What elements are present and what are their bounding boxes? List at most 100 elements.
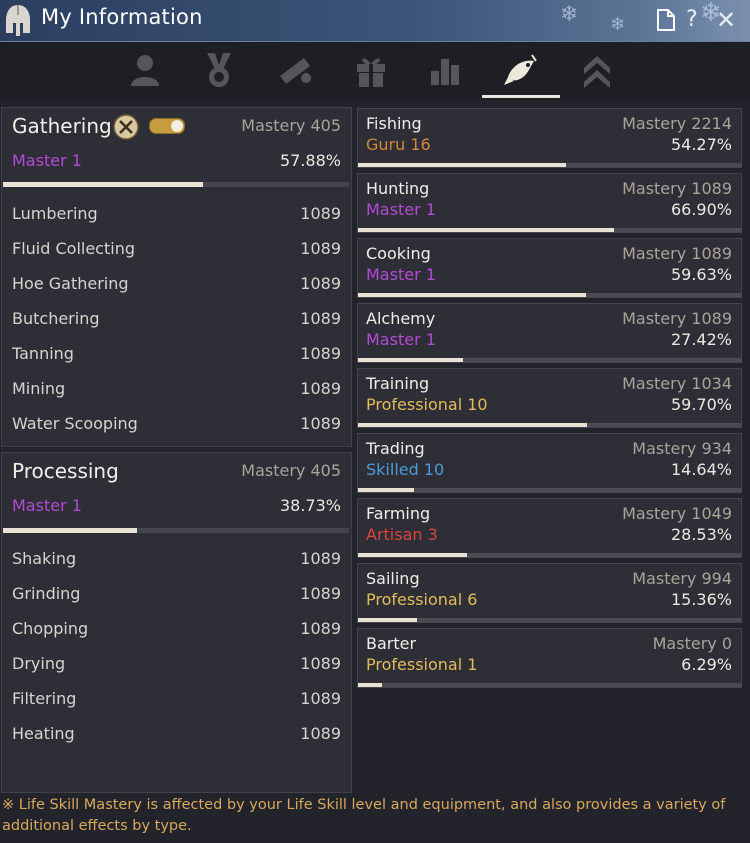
skill-value: 1089: [300, 414, 341, 433]
window-title: My Information: [41, 5, 203, 29]
gift-icon: [357, 58, 385, 87]
skill-progress-fill: [358, 293, 587, 297]
skill-value: 1089: [300, 619, 341, 638]
skill-name: Fishing: [366, 114, 422, 133]
close-icon[interactable]: ✕: [716, 6, 736, 34]
character-icon: [131, 55, 159, 86]
skill-mastery: Mastery 1034: [622, 374, 732, 393]
skill-percent: 15.36%: [670, 590, 732, 609]
skill-progress-track: [358, 163, 741, 167]
list-item: Drying 1089: [12, 654, 341, 678]
pickaxe-hammer-icon: [113, 114, 139, 140]
skill-card-alchemy[interactable]: Alchemy Mastery 1089 Master 1 27.42%: [357, 303, 742, 363]
skill-value: 1089: [300, 689, 341, 708]
skill-mastery: Mastery 1049: [622, 504, 732, 523]
processing-title: Processing: [12, 459, 119, 483]
tab-rank[interactable]: [572, 50, 622, 90]
list-item: Heating 1089: [12, 724, 341, 748]
skill-name: Filtering: [12, 689, 77, 708]
gathering-title: Gathering: [12, 114, 112, 138]
skill-mastery: Mastery 1089: [622, 309, 732, 328]
processing-panel: Processing Mastery 405 Master 1 38.73% S…: [1, 452, 352, 793]
processing-progress-track: [3, 528, 349, 533]
skill-percent: 66.90%: [670, 200, 732, 219]
document-icon[interactable]: [656, 8, 676, 32]
list-item: Tanning 1089: [12, 344, 341, 368]
snowflake-decoration: ❄: [610, 14, 626, 35]
skill-progress-track: [358, 358, 741, 362]
list-item: Fluid Collecting 1089: [12, 239, 341, 263]
skill-mastery: Mastery 2214: [622, 114, 732, 133]
skill-rank: Professional 10: [366, 395, 488, 414]
skill-name: Hoe Gathering: [12, 274, 129, 293]
tab-gift[interactable]: [346, 50, 396, 90]
skill-percent: 27.42%: [670, 330, 732, 349]
skill-mastery: Mastery 1089: [622, 244, 732, 263]
skill-progress-track: [358, 228, 741, 232]
tab-bar: [0, 42, 750, 100]
skill-name: Shaking: [12, 549, 77, 568]
skill-rank: Guru 16: [366, 135, 431, 154]
skill-progress-fill: [358, 618, 417, 622]
list-item: Grinding 1089: [12, 584, 341, 608]
life-skill-fish-icon: [504, 54, 537, 85]
gathering-percent: 57.88%: [279, 151, 341, 170]
skill-percent: 54.27%: [670, 135, 732, 154]
skill-value: 1089: [300, 309, 341, 328]
snowflake-decoration: ❄: [560, 2, 579, 27]
list-item: Filtering 1089: [12, 689, 341, 713]
gathering-rank: Master 1: [12, 151, 82, 170]
help-icon[interactable]: ?: [686, 6, 698, 34]
mastery-footnote: ※ Life Skill Mastery is affected by your…: [2, 797, 726, 834]
tab-life-skills[interactable]: [496, 50, 546, 90]
toggle-knob: [171, 120, 183, 132]
list-item: Shaking 1089: [12, 549, 341, 573]
spartan-helmet-icon: [6, 5, 30, 36]
gathering-toggle[interactable]: [149, 118, 185, 134]
skill-rank: Artisan 3: [366, 525, 438, 544]
active-tab-indicator: [482, 95, 560, 98]
list-item: Mining 1089: [12, 379, 341, 403]
list-item: Water Scooping 1089: [12, 414, 341, 438]
skill-card-barter[interactable]: Barter Mastery 0 Professional 1 6.29%: [357, 628, 742, 688]
gathering-progress-track: [3, 182, 349, 187]
tab-telescope[interactable]: [270, 50, 320, 90]
processing-rank: Master 1: [12, 496, 82, 515]
skill-name: Chopping: [12, 619, 89, 638]
skill-name: Training: [366, 374, 430, 393]
tab-character[interactable]: [120, 50, 170, 90]
skill-value: 1089: [300, 584, 341, 603]
skill-card-hunting[interactable]: Hunting Mastery 1089 Master 1 66.90%: [357, 173, 742, 233]
skill-name: Cooking: [366, 244, 431, 263]
skill-name: Sailing: [366, 569, 420, 588]
skill-progress-fill: [358, 683, 383, 687]
skill-name: Lumbering: [12, 204, 98, 223]
skill-progress-track: [358, 618, 741, 622]
title-bar: My Information ❄ ❄ ❄ ? ✕: [0, 0, 750, 42]
skill-card-cooking[interactable]: Cooking Mastery 1089 Master 1 59.63%: [357, 238, 742, 298]
rank-chevron-icon: [584, 56, 610, 88]
skill-mastery: Mastery 994: [632, 569, 732, 588]
skill-card-farming[interactable]: Farming Mastery 1049 Artisan 3 28.53%: [357, 498, 742, 558]
skill-name: Hunting: [366, 179, 430, 198]
tab-medal[interactable]: [194, 50, 244, 90]
skill-name: Fluid Collecting: [12, 239, 135, 258]
skill-mastery: Mastery 0: [652, 634, 732, 653]
list-item: Butchering 1089: [12, 309, 341, 333]
skill-percent: 6.29%: [681, 655, 732, 674]
skill-value: 1089: [300, 379, 341, 398]
skill-progress-track: [358, 488, 741, 492]
skill-rank: Master 1: [366, 265, 436, 284]
skill-mastery: Mastery 934: [632, 439, 732, 458]
list-item: Chopping 1089: [12, 619, 341, 643]
skill-rank: Skilled 10: [366, 460, 445, 479]
skill-name: Grinding: [12, 584, 81, 603]
skill-card-sailing[interactable]: Sailing Mastery 994 Professional 6 15.36%: [357, 563, 742, 623]
skill-card-trading[interactable]: Trading Mastery 934 Skilled 10 14.64%: [357, 433, 742, 493]
skill-percent: 14.64%: [670, 460, 732, 479]
tab-stats[interactable]: [420, 50, 470, 90]
skill-card-fishing[interactable]: Fishing Mastery 2214 Guru 16 54.27%: [357, 108, 742, 168]
skill-value: 1089: [300, 274, 341, 293]
skill-card-training[interactable]: Training Mastery 1034 Professional 10 59.70…: [357, 368, 742, 428]
skill-percent: 59.63%: [670, 265, 732, 284]
